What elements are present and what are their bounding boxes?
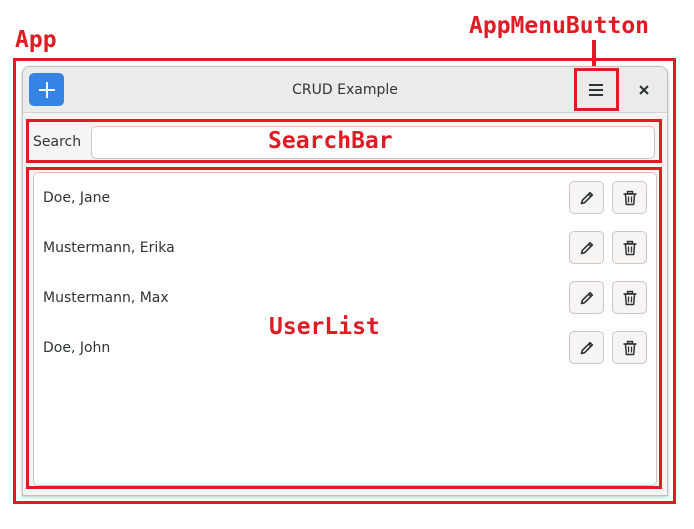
user-name: Doe, Jane (43, 190, 111, 206)
pencil-icon (580, 241, 593, 254)
trash-icon (623, 190, 636, 205)
edit-user-button[interactable] (569, 331, 604, 364)
edit-user-button[interactable] (569, 181, 604, 214)
annotation-label-app-menu-button: AppMenuButton (469, 13, 650, 39)
edit-user-button[interactable] (569, 231, 604, 264)
list-item[interactable]: Mustermann, Erika (34, 223, 656, 273)
user-name: Doe, John (43, 340, 111, 356)
header-bar: CRUD Example (23, 67, 667, 113)
annotation-label-user-list: UserList (269, 314, 380, 340)
delete-user-button[interactable] (612, 331, 647, 364)
user-name: Mustermann, Erika (43, 240, 175, 256)
trash-icon (623, 240, 636, 255)
close-icon (639, 85, 649, 95)
close-button[interactable] (629, 76, 659, 104)
delete-user-button[interactable] (612, 281, 647, 314)
list-item[interactable]: Doe, Jane (34, 173, 656, 223)
trash-icon (623, 340, 636, 355)
annotation-label-app: App (15, 27, 57, 53)
window-title: CRUD Example (292, 82, 398, 98)
annotation-label-search-bar: SearchBar (268, 128, 393, 154)
pencil-icon (580, 341, 593, 354)
pencil-icon (580, 291, 593, 304)
search-label: Search (33, 134, 82, 150)
pencil-icon (580, 191, 593, 204)
edit-user-button[interactable] (569, 281, 604, 314)
delete-user-button[interactable] (612, 231, 647, 264)
trash-icon (623, 290, 636, 305)
app-menu-button[interactable] (581, 76, 611, 104)
delete-user-button[interactable] (612, 181, 647, 214)
hamburger-menu-icon (589, 84, 603, 96)
user-name: Mustermann, Max (43, 290, 169, 306)
